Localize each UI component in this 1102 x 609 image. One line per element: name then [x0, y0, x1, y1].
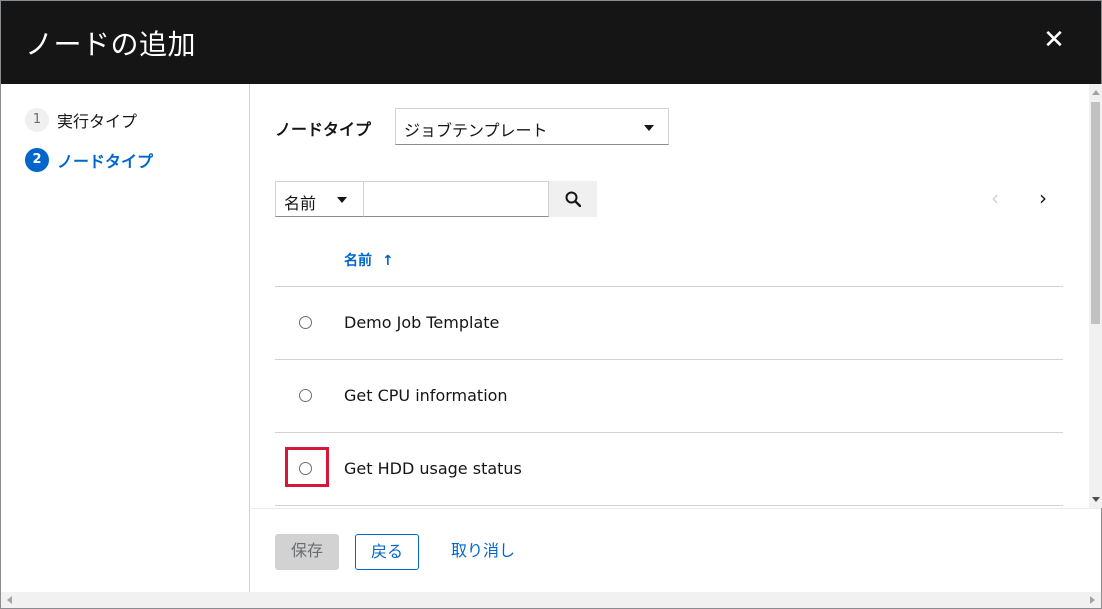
search-icon [565, 191, 581, 207]
step-label: 実行タイプ [57, 112, 138, 131]
node-type-label: ノードタイプ [275, 120, 372, 139]
chevron-right-icon[interactable]: › [1039, 186, 1047, 210]
row-name: Get HDD usage status [344, 459, 522, 478]
row-radio[interactable] [299, 462, 312, 475]
node-type-select[interactable]: ジョブテンプレート [395, 108, 669, 145]
filter-field-select[interactable]: 名前 [275, 181, 363, 217]
column-header-label: 名前 [344, 253, 372, 269]
wizard-step-run-type[interactable]: 1 実行タイプ [25, 108, 137, 132]
caret-down-icon [644, 125, 654, 131]
search-toolbar: 名前 [275, 181, 597, 217]
close-icon[interactable]: ✕ [1039, 25, 1069, 55]
filter-field-value: 名前 [284, 194, 317, 213]
node-type-value: ジョブテンプレート [404, 121, 548, 140]
scroll-up-icon[interactable] [1092, 90, 1100, 95]
scroll-down-icon[interactable] [1092, 497, 1100, 502]
modal-footer: 保存 戻る 取り消し [251, 508, 1101, 592]
horizontal-scrollbar[interactable] [1, 592, 1101, 608]
row-name: Get CPU information [344, 386, 508, 405]
scroll-left-icon[interactable] [7, 596, 12, 604]
scroll-thumb[interactable] [1091, 102, 1100, 324]
wizard-step-node-type[interactable]: 2 ノードタイプ [25, 148, 153, 172]
table-row[interactable]: Get HDD usage status [275, 433, 1063, 506]
modal-header: ノードの追加 ✕ [1, 1, 1101, 84]
add-node-modal: ノードの追加 ✕ 1 実行タイプ 2 ノードタイプ ノードタイプ ジョブテンプレ… [0, 0, 1102, 609]
cancel-button[interactable]: 取り消し [439, 534, 527, 570]
search-input[interactable] [363, 181, 549, 217]
modal-title: ノードの追加 [25, 28, 197, 61]
column-header-name[interactable]: 名前 ↑ [344, 250, 394, 270]
wizard-nav: 1 実行タイプ 2 ノードタイプ [1, 84, 250, 592]
step-number: 1 [25, 108, 49, 132]
search-button[interactable] [549, 181, 597, 217]
table-row[interactable]: Demo Job Template [275, 287, 1063, 360]
step-number: 2 [25, 148, 49, 172]
step-label: ノードタイプ [57, 152, 154, 171]
row-name: Demo Job Template [344, 313, 500, 332]
wizard-body: ノードタイプ ジョブテンプレート 名前 ‹ › 名前 ↑ Demo Job Te… [251, 84, 1089, 508]
scroll-right-icon[interactable] [1090, 596, 1095, 604]
back-button[interactable]: 戻る [355, 534, 419, 570]
chevron-left-icon[interactable]: ‹ [991, 186, 999, 210]
sort-ascending-icon: ↑ [382, 253, 394, 269]
vertical-scrollbar[interactable] [1089, 84, 1102, 508]
row-radio[interactable] [299, 316, 312, 329]
save-button[interactable]: 保存 [275, 534, 339, 570]
table-row[interactable]: Get CPU information [275, 360, 1063, 433]
row-radio[interactable] [299, 389, 312, 402]
caret-down-icon [337, 197, 347, 203]
